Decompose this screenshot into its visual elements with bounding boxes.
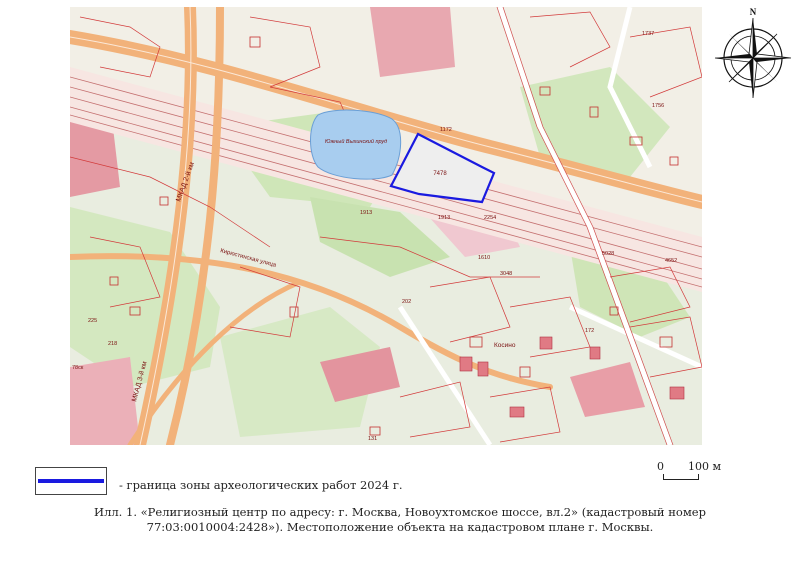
compass-icon: N [714, 7, 792, 99]
scale-bar: 0 100 м [657, 460, 721, 490]
parcel-number: 1756 [652, 103, 664, 109]
north-label: N [750, 7, 757, 17]
parcel-number: 4652 [665, 258, 677, 264]
parcel-number: 3048 [500, 271, 512, 277]
parcel-number: 1913 [360, 210, 372, 216]
parcel-number: 202 [402, 299, 411, 305]
cadastral-map: Южный Выхинский пруд 7478 МКАД 2-й км МК… [70, 7, 702, 445]
parcel-number: 1172 [440, 127, 452, 133]
legend-text: - граница зоны археологических работ 202… [119, 478, 403, 492]
station-label: Косино [494, 342, 516, 349]
parcel-number: 78ск [72, 365, 84, 371]
legend-boundary-line [38, 479, 104, 483]
figure-caption: Илл. 1. «Религиозный центр по адресу: г.… [60, 505, 740, 535]
parcel-number: 2254 [484, 215, 496, 221]
parcel-number: 5028 [602, 251, 614, 257]
scale-tick [698, 474, 699, 480]
parcel-number: 218 [108, 341, 117, 347]
parcel-number: 225 [88, 318, 97, 324]
parcel-number: 131 [368, 436, 377, 442]
parcel-number: 1737 [642, 31, 654, 37]
parcel-number: 1610 [478, 255, 490, 261]
caption-line: 77:03:0010004:2428»). Местоположение объ… [146, 520, 654, 534]
industrial-block [370, 7, 455, 77]
parcel-number: 1913 [438, 215, 450, 221]
parcel-number-label: 7478 [433, 171, 447, 177]
scale-tick [663, 474, 664, 480]
scale-zero-label: 0 [657, 460, 664, 473]
legend-swatch [35, 467, 107, 495]
map-canvas: Южный Выхинский пруд 7478 МКАД 2-й км МК… [70, 7, 702, 445]
pond-label: Южный Выхинский пруд [325, 138, 387, 145]
scale-length-label: 100 м [688, 460, 722, 473]
parcel-number: 172 [585, 328, 594, 334]
scale-line [663, 479, 699, 480]
caption-line: Илл. 1. «Религиозный центр по адресу: г.… [94, 505, 706, 519]
compass-rose: N [713, 4, 793, 100]
